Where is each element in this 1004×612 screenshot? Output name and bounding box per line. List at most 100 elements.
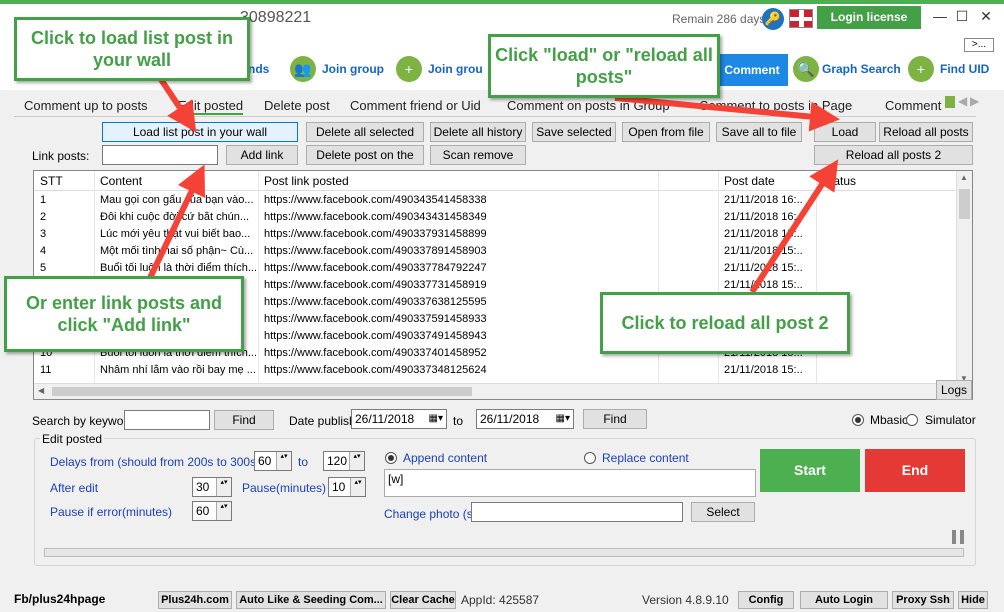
logs-button[interactable]: Logs [936, 380, 972, 400]
row-stt: 3 [40, 228, 47, 240]
reload-all-posts-2-button[interactable]: Reload all posts 2 [814, 145, 973, 165]
tab-edit-posted[interactable]: Edit posted [178, 98, 244, 115]
simulator-radio[interactable] [906, 414, 918, 426]
row-link: https://www.facebook.com/490337784792247 [264, 262, 487, 274]
table-row[interactable]: 1 Mau gọi con gấu của bạn vào... https://w… [34, 192, 958, 209]
key-icon[interactable]: 🔑 [762, 8, 784, 30]
scan-remove-button[interactable]: Scan remove [430, 145, 526, 165]
after-edit-input[interactable]: 30 [192, 477, 232, 497]
row-date: 21/11/2018 15:.. [724, 364, 803, 376]
close-button[interactable]: ✕ [976, 6, 996, 26]
tab-divider [14, 116, 976, 117]
col-stt[interactable]: STT [40, 174, 63, 188]
appid-label: AppId: 425587 [461, 593, 540, 607]
plus24h-button[interactable]: Plus24h.com [158, 591, 232, 609]
start-button[interactable]: Start [760, 449, 860, 492]
login-license-button[interactable]: Login license [817, 6, 921, 29]
tab-comment-more[interactable]: Comment [885, 98, 941, 113]
hide-button[interactable]: Hide [958, 591, 988, 609]
row-link: https://www.facebook.com/490337591458933 [264, 313, 487, 325]
add-link-button[interactable]: Add link [226, 145, 298, 165]
delete-all-selected-button[interactable]: Delete all selected [306, 122, 424, 142]
date-to-label: to [453, 414, 464, 428]
change-photo-input[interactable] [471, 502, 683, 522]
row-stt: 4 [40, 245, 47, 257]
table-row[interactable]: 4 Một mối tình hai số phận~ Cù... https://… [34, 243, 958, 260]
find-date-button[interactable]: Find [583, 409, 647, 429]
save-selected-button[interactable]: Save selected [532, 122, 616, 142]
table-row[interactable]: 3 Lúc mới yêu thật vui biết bao... https:/… [34, 226, 958, 243]
load-button[interactable]: Load [814, 122, 876, 142]
date-from-value: 26/11/2018 [355, 412, 415, 426]
more-button[interactable]: >... [964, 38, 994, 52]
reload-all-posts-button[interactable]: Reload all posts [879, 122, 973, 142]
table-row[interactable]: 11 Nhâm nhí lắm vào rồi bay mẹ ... https:/… [34, 362, 958, 379]
delete-all-history-button[interactable]: Delete all history [430, 122, 526, 142]
group-icon: 👥 [290, 56, 316, 82]
table-horizontal-scrollbar[interactable]: ◀ ▶ [34, 383, 958, 399]
tab-comment-friend[interactable]: Comment friend or Uid [350, 98, 481, 113]
maximize-button[interactable]: ☐ [952, 6, 972, 26]
row-stt: 5 [40, 262, 47, 274]
table-row[interactable]: 5 Buổi tối luôn là thời điểm thích... http… [34, 260, 958, 277]
pause-error-input[interactable]: 60 [192, 501, 232, 521]
tab-right-icon[interactable]: ▶ [970, 94, 979, 108]
pause-input[interactable]: 10 [328, 477, 366, 497]
load-list-button[interactable]: Load list post in your wall [102, 122, 298, 142]
date-from-input[interactable]: 26/11/2018 ▦▾ [351, 409, 447, 429]
append-radio[interactable] [385, 452, 397, 464]
config-button[interactable]: Config [738, 591, 794, 609]
tab-comment-page[interactable]: Comment to posts in Page [699, 98, 852, 113]
tab-delete-post[interactable]: Delete post [264, 98, 330, 113]
save-all-to-file-button[interactable]: Save all to file [716, 122, 802, 142]
end-button[interactable]: End [865, 449, 965, 492]
mbasic-radio[interactable] [852, 414, 864, 426]
calendar-icon[interactable]: ▦▾ [429, 410, 443, 428]
open-from-file-button[interactable]: Open from file [622, 122, 710, 142]
simulator-label: Simulator [925, 413, 976, 427]
tab-comment-group[interactable]: Comment on posts in Group [507, 98, 670, 113]
col-content[interactable]: Content [100, 174, 142, 188]
nav-join-group[interactable]: Join group [322, 62, 384, 76]
delete-post-on-button[interactable]: Delete post on the [306, 145, 424, 165]
nav-join-group-2[interactable]: Join grou [428, 62, 483, 76]
version-label: Version 4.8.9.10 [642, 593, 729, 607]
select-photo-button[interactable]: Select [691, 502, 755, 522]
nav-graph-search[interactable]: Graph Search [822, 62, 901, 76]
row-content: Một mối tình hai số phận~ Cù... [100, 245, 254, 257]
row-stt: 2 [40, 211, 47, 223]
replace-radio[interactable] [584, 452, 596, 464]
auto-like-button[interactable]: Auto Like & Seeding Com... [236, 591, 386, 609]
col-post-date[interactable]: Post date [724, 174, 775, 188]
table-vertical-scrollbar[interactable]: ▲ ▼ [956, 171, 972, 385]
calendar-icon[interactable]: ▦▾ [556, 410, 570, 428]
col-post-link[interactable]: Post link posted [264, 174, 349, 188]
pause-icon[interactable] [952, 530, 964, 544]
tab-left-icon[interactable]: ◀ [958, 94, 967, 108]
search-keyword-input[interactable] [124, 410, 210, 430]
delay-to-input[interactable]: 120 [323, 451, 365, 471]
edit-posted-title: Edit posted [40, 432, 105, 446]
delay-from-input[interactable]: 60 [254, 451, 292, 471]
callout-add-link: Or enter link posts and click "Add link" [4, 276, 244, 352]
clear-cache-button[interactable]: Clear Cache [390, 591, 456, 609]
link-posts-input[interactable] [102, 145, 218, 165]
proxy-ssh-button[interactable]: Proxy Ssh [892, 591, 954, 609]
auto-login-button[interactable]: Auto Login [800, 591, 888, 609]
uk-flag-icon[interactable] [789, 9, 813, 28]
row-stt: 1 [40, 194, 47, 206]
date-to-input[interactable]: 26/11/2018 ▦▾ [476, 409, 574, 429]
tab-scroll-icon[interactable] [945, 96, 955, 108]
row-link: https://www.facebook.com/490337931458899 [264, 228, 487, 240]
col-status[interactable]: Status [822, 174, 856, 188]
content-textarea[interactable]: [w] [384, 469, 756, 497]
date-to-value: 26/11/2018 [480, 412, 540, 426]
minimize-button[interactable]: — [930, 6, 950, 26]
nav-find-uid[interactable]: Find UID [940, 62, 989, 76]
row-link: https://www.facebook.com/490337348125624 [264, 364, 487, 376]
nav-friends[interactable]: nds [248, 62, 269, 76]
tab-comment-up[interactable]: Comment up to posts [24, 98, 148, 113]
nav-comment[interactable]: Comment [716, 54, 788, 86]
find-keyword-button[interactable]: Find [214, 410, 274, 430]
table-row[interactable]: 2 Đôi khi cuộc đời cứ bắt chún... https://… [34, 209, 958, 226]
